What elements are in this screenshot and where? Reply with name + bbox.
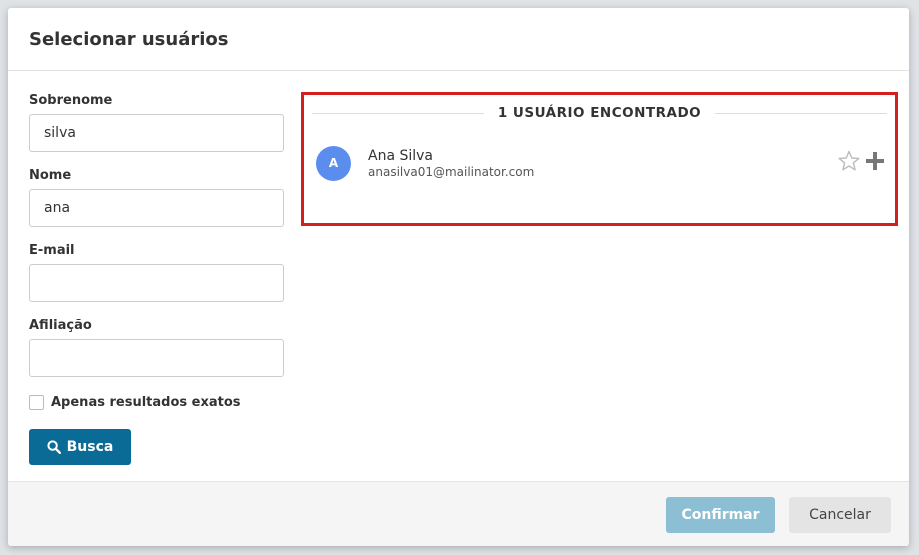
cancel-button[interactable]: Cancelar [789,497,891,533]
star-icon[interactable] [837,149,861,177]
exact-results-checkbox[interactable] [29,395,44,410]
affiliation-input[interactable] [29,339,284,377]
dialog-footer: Confirmar Cancelar [8,481,909,546]
email-label: E-mail [29,243,75,258]
dialog-title: Selecionar usuários [29,28,229,50]
results-divider-left [312,112,484,114]
affiliation-label: Afiliação [29,318,92,333]
exact-results-label: Apenas resultados exatos [51,395,241,410]
user-name: Ana Silva [368,147,434,164]
name-label: Nome [29,168,72,183]
plus-icon[interactable] [865,151,885,175]
dialog-body: Sobrenome Nome E-mail Afiliação Apenas r… [8,71,909,481]
surname-field-group: Sobrenome [29,93,284,152]
search-icon [47,440,61,454]
search-button[interactable]: Busca [29,429,131,465]
dialog-header: Selecionar usuários [8,8,909,71]
results-divider-right [715,112,887,114]
name-input[interactable] [29,189,284,227]
select-users-dialog: Selecionar usuários Sobrenome Nome E-mai… [8,8,909,546]
confirm-button[interactable]: Confirmar [666,497,775,533]
exact-results-option[interactable]: Apenas resultados exatos [29,395,284,410]
surname-input[interactable] [29,114,284,152]
user-result-row[interactable]: A Ana Silva anasilva01@mailinator.com [316,143,885,183]
email-field-group: E-mail [29,243,284,302]
results-panel: 1 USUÁRIO ENCONTRADO A Ana Silva anasilv… [301,92,898,226]
search-form: Sobrenome Nome E-mail Afiliação Apenas r… [29,93,284,465]
surname-label: Sobrenome [29,93,113,108]
search-button-label: Busca [66,439,114,455]
email-input[interactable] [29,264,284,302]
results-header: 1 USUÁRIO ENCONTRADO [304,105,895,121]
user-actions [837,149,885,177]
user-info: Ana Silva anasilva01@mailinator.com [368,148,837,179]
results-count-heading: 1 USUÁRIO ENCONTRADO [497,105,702,121]
user-email: anasilva01@mailinator.com [368,164,535,179]
name-field-group: Nome [29,168,284,227]
avatar: A [316,145,351,181]
affiliation-field-group: Afiliação [29,318,284,377]
